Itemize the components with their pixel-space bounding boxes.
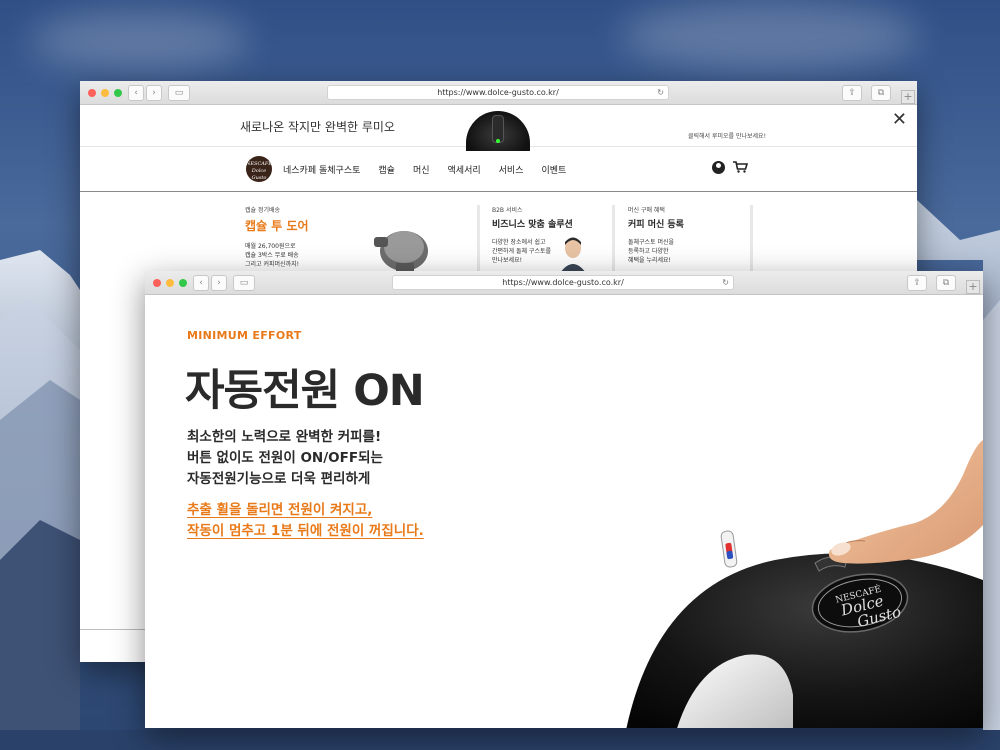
- forward-arrow-icon[interactable]: ›: [146, 85, 162, 101]
- promo-cta-text[interactable]: 클릭해서 루미오를 만나보세요!: [688, 131, 766, 140]
- hero-highlight-link[interactable]: 추출 휠을 돌리면 전원이 켜지고, 작동이 멈추고 1분 뒤에 전원이 꺼집니…: [187, 500, 424, 542]
- card-title: 커피 머신 등록: [628, 220, 684, 230]
- reload-icon[interactable]: ↻: [722, 276, 729, 289]
- address-bar[interactable]: https://www.dolce-gusto.co.kr/ ↻: [327, 85, 669, 100]
- card-divider: [750, 205, 753, 273]
- card-title: 캡슐 투 도어: [245, 219, 309, 233]
- card-desc-line: 등록하고 다양한: [628, 248, 669, 255]
- hero-body-line: 버튼 없이도 전원이 ON/OFF되는: [187, 450, 383, 466]
- card-desc: 다양한 장소에서 쉽고 간편하게 돌체 구스토를 만나보세요!: [492, 238, 610, 265]
- card-desc-line: 그리고 커피머신까지!: [245, 261, 299, 268]
- promo-banner[interactable]: 새로나온 작지만 완벽한 루미오 클릭해서 루미오를 만나보세요! ✕: [80, 105, 917, 151]
- card-divider: [477, 205, 480, 273]
- tabs-icon[interactable]: ⧉: [871, 85, 891, 101]
- card-desc: 매월 26,700원으로 캡슐 3박스 무료 배송 그리고 커피머신까지!: [245, 242, 475, 269]
- front-browser-window: ‹ › ▭ https://www.dolce-gusto.co.kr/ ↻ ⇪…: [145, 271, 983, 728]
- card-desc-line: 돌체구스토 머신을: [628, 239, 675, 246]
- minimize-window-button[interactable]: [101, 89, 109, 97]
- card-desc-line: 다양한 장소에서 쉽고: [492, 239, 546, 246]
- sidebar-icon[interactable]: ▭: [168, 85, 190, 101]
- close-window-button[interactable]: [88, 89, 96, 97]
- nav-item-machine[interactable]: 머신: [413, 163, 430, 176]
- url-text: https://www.dolce-gusto.co.kr/: [502, 278, 624, 287]
- hero-kicker: MINIMUM EFFORT: [187, 329, 302, 342]
- cloud: [620, 0, 920, 70]
- sidebar-icon[interactable]: ▭: [233, 275, 255, 291]
- nav-item-event[interactable]: 이벤트: [541, 163, 566, 176]
- back-titlebar: ‹ › ▭ https://www.dolce-gusto.co.kr/ ↻ ⇪…: [80, 81, 917, 105]
- card-kicker: B2B 서비스: [492, 207, 523, 214]
- card-desc-line: 매월 26,700원으로: [245, 243, 296, 250]
- card-kicker: 캡슐 정기배송: [245, 207, 281, 214]
- person-image: [560, 237, 586, 273]
- zoom-window-button[interactable]: [179, 279, 187, 287]
- close-window-button[interactable]: [153, 279, 161, 287]
- new-tab-icon[interactable]: +: [901, 90, 915, 104]
- hero-link-line: 작동이 멈추고 1분 뒤에 전원이 꺼집니다.: [187, 523, 424, 539]
- hero-body-line: 최소한의 노력으로 완벽한 커피를!: [187, 429, 382, 445]
- nav-item-accessory[interactable]: 액세서리: [448, 163, 481, 176]
- hero-title: 자동전원 ON: [185, 366, 425, 416]
- nav-item-capsule[interactable]: 캡슐: [378, 163, 395, 176]
- address-bar[interactable]: https://www.dolce-gusto.co.kr/ ↻: [392, 275, 734, 290]
- lumio-machine-image: [466, 111, 530, 151]
- main-nav: NESCAFÉ Dolce Gusto 네스카페 돌체구스토 캡슐 머신 액세서리 …: [80, 147, 917, 192]
- card-divider: [612, 205, 615, 273]
- forward-arrow-icon[interactable]: ›: [211, 275, 227, 291]
- hero-body-line: 자동전원기능으로 더욱 편리하게: [187, 471, 371, 487]
- hero-body: 최소한의 노력으로 완벽한 커피를! 버튼 없이도 전원이 ON/OFF되는 자…: [187, 427, 383, 490]
- coffee-machine-image: NESCAFÉ Dolce Gusto: [626, 440, 983, 728]
- dolce-gusto-logo[interactable]: NESCAFÉ Dolce Gusto: [246, 156, 272, 182]
- url-text: https://www.dolce-gusto.co.kr/: [437, 88, 559, 97]
- card-desc: 돌체구스토 머신을 등록하고 다양한 혜택을 누리세요!: [628, 238, 748, 265]
- card-desc-line: 혜택을 누리세요!: [628, 257, 671, 264]
- nav-item-brand[interactable]: 네스카페 돌체구스토: [283, 163, 360, 176]
- front-titlebar: ‹ › ▭ https://www.dolce-gusto.co.kr/ ↻ ⇪…: [145, 271, 983, 295]
- close-icon[interactable]: ✕: [892, 109, 907, 130]
- zoom-window-button[interactable]: [114, 89, 122, 97]
- tabs-icon[interactable]: ⧉: [936, 275, 956, 291]
- share-icon[interactable]: ⇪: [842, 85, 862, 101]
- new-tab-icon[interactable]: +: [966, 280, 980, 294]
- promo-text: 새로나온 작지만 완벽한 루미오: [240, 120, 395, 134]
- hero-link-line: 추출 휠을 돌리면 전원이 켜지고,: [187, 502, 373, 518]
- cloud: [30, 10, 250, 70]
- minimize-window-button[interactable]: [166, 279, 174, 287]
- account-icon[interactable]: [712, 161, 725, 174]
- capsule-machine-image: [374, 231, 428, 273]
- hero-section: MINIMUM EFFORT 자동전원 ON 최소한의 노력으로 완벽한 커피를…: [145, 295, 983, 728]
- card-desc-line: 만나보세요!: [492, 257, 523, 264]
- card-desc-line: 간편하게 돌체 구스토를: [492, 248, 552, 255]
- cart-icon[interactable]: [733, 161, 748, 173]
- back-arrow-icon[interactable]: ‹: [128, 85, 144, 101]
- card-desc-line: 캡슐 3박스 무료 배송: [245, 252, 299, 259]
- card-title: 비즈니스 맞춤 솔루션: [492, 220, 573, 230]
- back-arrow-icon[interactable]: ‹: [193, 275, 209, 291]
- nav-item-service[interactable]: 서비스: [499, 163, 524, 176]
- reload-icon[interactable]: ↻: [657, 86, 664, 99]
- card-kicker: 머신 구매 혜택: [628, 207, 665, 214]
- share-icon[interactable]: ⇪: [907, 275, 927, 291]
